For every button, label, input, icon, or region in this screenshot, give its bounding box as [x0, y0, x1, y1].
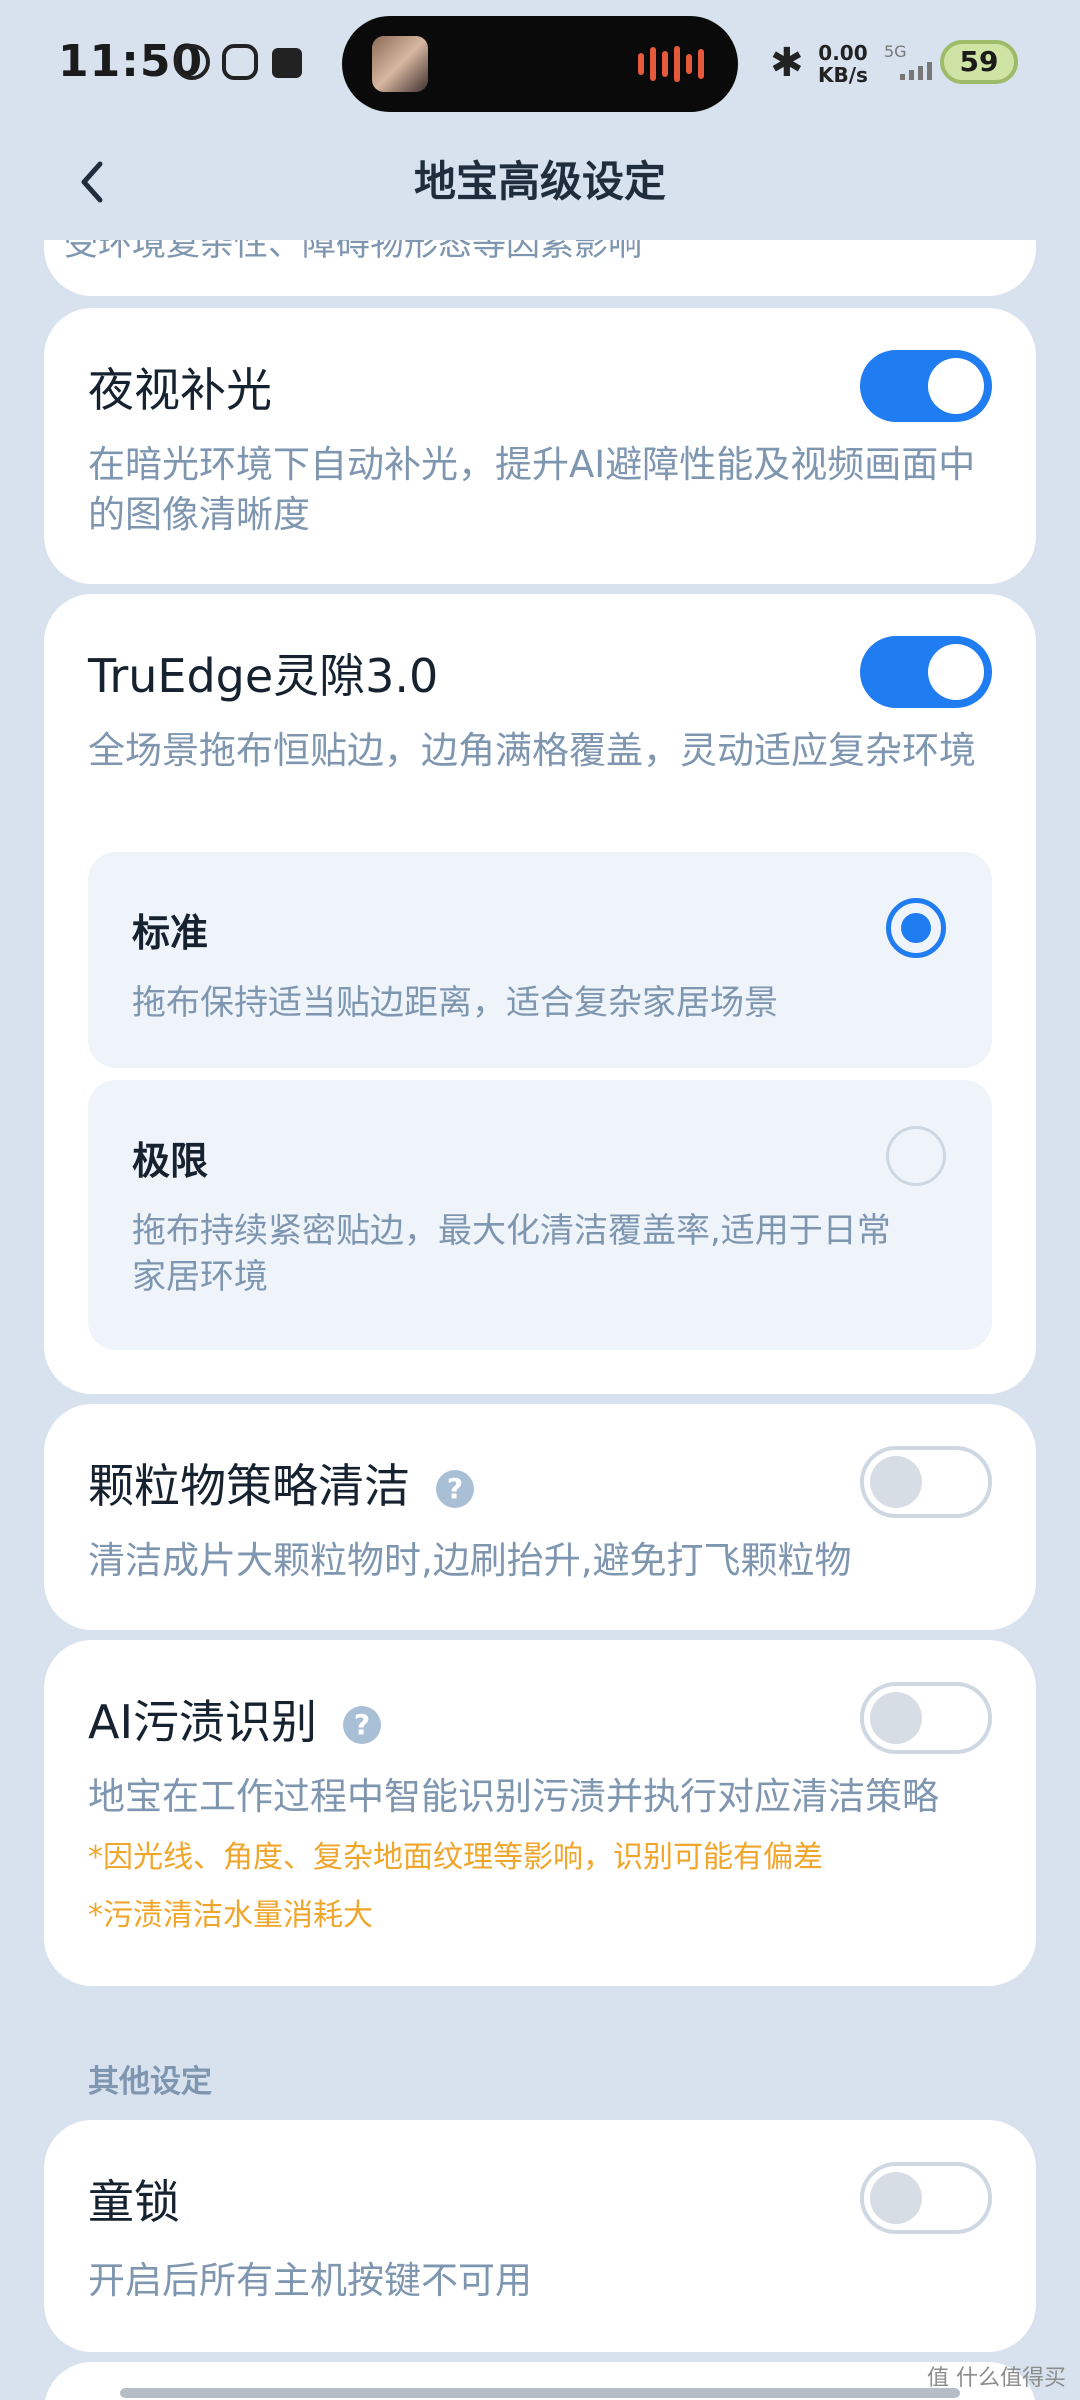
- network-speed-unit: KB/s: [818, 63, 868, 87]
- dynamic-island[interactable]: [342, 16, 738, 112]
- section-label: 其他设定: [88, 2064, 212, 2100]
- child-lock-card: 童锁 开启后所有主机按键不可用: [44, 2120, 1036, 2352]
- ai-stain-title-text: AI污渍识别: [88, 1695, 318, 1749]
- ai-stain-toggle[interactable]: [860, 1682, 992, 1754]
- bluetooth-icon: ✱: [770, 40, 804, 86]
- toggle-knob: [928, 358, 984, 414]
- status-bar: 11:50 ✱ 0.00 KB/s 5G 59: [0, 0, 1080, 128]
- ai-stain-title: AI污渍识别?: [88, 1686, 382, 1752]
- signal-icon: [900, 62, 932, 80]
- truedge-toggle[interactable]: [860, 636, 992, 708]
- particle-title: 颗粒物策略清洁?: [88, 1450, 474, 1516]
- audio-wave-icon: [638, 46, 704, 82]
- option-radio-unselected[interactable]: [886, 1126, 946, 1186]
- night-light-desc: 在暗光环境下自动补光，提升AI避障性能及视频画面中的图像清晰度: [88, 443, 976, 536]
- option-desc: 拖布保持适当贴边距离，适合复杂家居场景: [132, 983, 778, 1023]
- toggle-knob: [928, 644, 984, 700]
- ai-stain-warning: *污渍清洁水量消耗大: [88, 1898, 373, 1933]
- particle-desc: 清洁成片大颗粒物时,边刷抬升,避免打飞颗粒物: [88, 1539, 852, 1582]
- particle-card: 颗粒物策略清洁? 清洁成片大颗粒物时,边刷抬升,避免打飞颗粒物: [44, 1404, 1036, 1630]
- option-desc: 拖布持续紧密贴边，最大化清洁覆盖率,适用于日常家居环境: [132, 1211, 891, 1297]
- night-light-title: 夜视补光: [88, 363, 272, 417]
- watermark: 值 什么值得买: [927, 2366, 1066, 2391]
- child-lock-title: 童锁: [88, 2175, 180, 2229]
- app-notification-icon: [272, 48, 302, 78]
- option-label: 标准: [132, 911, 209, 955]
- toggle-knob: [870, 1456, 922, 1508]
- toggle-knob: [870, 2172, 922, 2224]
- truedge-option-extreme[interactable]: 极限 拖布持续紧密贴边，最大化清洁覆盖率,适用于日常家居环境: [88, 1080, 992, 1350]
- screen: 11:50 ✱ 0.00 KB/s 5G 59 地宝高级设定 受环境复杂性、障碍…: [0, 0, 1080, 2400]
- truedge-desc: 全场景拖布恒贴边，边角满格覆盖，灵动适应复杂环境: [88, 729, 976, 772]
- night-light-toggle[interactable]: [860, 350, 992, 422]
- ai-stain-desc: 地宝在工作过程中智能识别污渍并执行对应清洁策略: [88, 1775, 939, 1818]
- option-radio-selected[interactable]: [886, 898, 946, 958]
- battery-indicator: 59: [940, 40, 1018, 84]
- child-lock-toggle[interactable]: [860, 2162, 992, 2234]
- particle-title-text: 颗粒物策略清洁: [88, 1459, 410, 1513]
- media-thumbnail: [372, 36, 428, 92]
- ai-stain-warning: *因光线、角度、复杂地面纹理等影响，识别可能有偏差: [88, 1840, 823, 1875]
- toggle-knob: [870, 1692, 922, 1744]
- nav-bar: 地宝高级设定: [0, 128, 1080, 240]
- network-speed-value: 0.00: [818, 41, 868, 65]
- truedge-option-standard[interactable]: 标准 拖布保持适当贴边距离，适合复杂家居场景: [88, 852, 992, 1068]
- help-icon[interactable]: ?: [436, 1470, 474, 1508]
- network-speed: 0.00 KB/s: [818, 42, 868, 86]
- network-type: 5G: [884, 42, 907, 61]
- truedge-card: TruEdge灵隙3.0 全场景拖布恒贴边，边角满格覆盖，灵动适应复杂环境 标准…: [44, 594, 1036, 1394]
- app-notification-icon: [222, 44, 258, 80]
- app-notification-icon: [174, 44, 210, 80]
- particle-toggle[interactable]: [860, 1446, 992, 1518]
- ai-stain-card: AI污渍识别? 地宝在工作过程中智能识别污渍并执行对应清洁策略 *因光线、角度、…: [44, 1640, 1036, 1986]
- child-lock-desc: 开启后所有主机按键不可用: [88, 2259, 532, 2302]
- truedge-title: TruEdge灵隙3.0: [88, 649, 439, 703]
- option-label: 极限: [132, 1139, 209, 1183]
- help-icon[interactable]: ?: [343, 1706, 382, 1744]
- home-indicator[interactable]: [120, 2388, 960, 2398]
- night-light-card: 夜视补光 在暗光环境下自动补光，提升AI避障性能及视频画面中的图像清晰度: [44, 308, 1036, 584]
- page-title: 地宝高级设定: [413, 157, 666, 206]
